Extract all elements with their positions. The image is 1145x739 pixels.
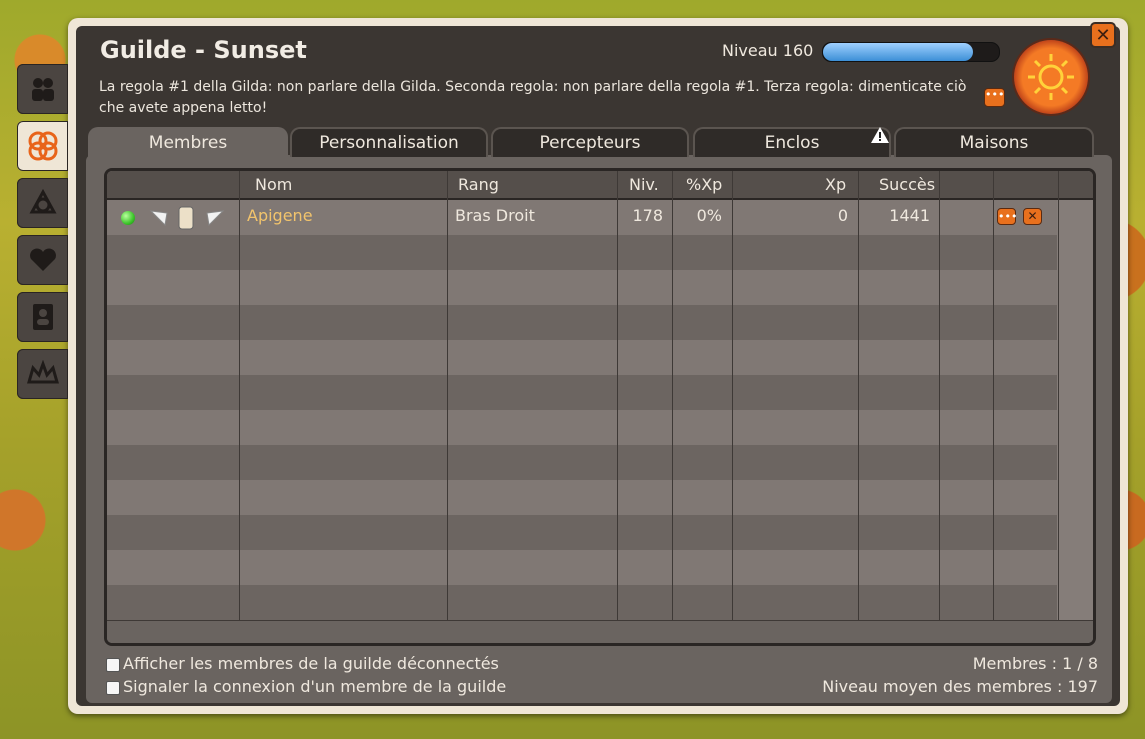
guild-message: La regola #1 della Gilda: non parlare de… [99, 79, 967, 116]
kick-member-button[interactable]: ✕ [1023, 208, 1042, 225]
table-row[interactable]: Apigene Bras Droit 178 0% 0 1441 ••• ✕ [107, 200, 1057, 235]
average-level: Niveau moyen des membres : 197 [822, 677, 1098, 696]
table-footer [107, 620, 1093, 643]
warning-icon [871, 127, 889, 143]
guild-xp-bar [822, 42, 1000, 62]
sidebar-item-guild[interactable] [17, 121, 68, 171]
close-button[interactable]: ✕ [1090, 22, 1116, 48]
page-title: Guilde - Sunset [100, 36, 307, 64]
member-xp-percent: 0% [696, 206, 722, 225]
tab-enclos[interactable]: Enclos [693, 127, 891, 157]
close-icon: ✕ [1027, 209, 1038, 223]
member-achievements: 1441 [889, 206, 930, 225]
guild-level-label: Niveau 160 [722, 41, 814, 60]
heart-icon [29, 248, 56, 271]
col-header-rang[interactable]: Rang [458, 171, 499, 198]
member-options-button[interactable]: ••• [997, 208, 1018, 225]
col-header-nom[interactable]: Nom [255, 171, 292, 198]
guild-emblem-icon [28, 131, 57, 161]
member-xp: 0 [837, 206, 848, 225]
crown-icon [26, 360, 59, 384]
notify-login-label[interactable]: Signaler la connexion d'un membre de la … [123, 677, 506, 696]
close-icon: ✕ [1095, 25, 1111, 46]
sidebar-item-members[interactable] [17, 64, 68, 114]
sidebar-item-crown[interactable] [17, 349, 68, 399]
show-offline-label[interactable]: Afficher les membres de la guilde déconn… [123, 654, 499, 673]
guild-emblem [1014, 40, 1088, 114]
col-header-xp[interactable]: Xp [825, 171, 846, 198]
sidebar-item-alliance[interactable] [17, 178, 68, 228]
directory-icon [32, 304, 53, 330]
alliance-icon [28, 188, 57, 214]
alignment-wings-icon [149, 206, 225, 230]
tab-percepteurs[interactable]: Percepteurs [491, 127, 689, 157]
online-status-icon [121, 211, 135, 225]
members-table: Nom Rang Niv. %Xp Xp Succès Apigene Bras… [104, 168, 1096, 646]
guild-xp-fill [823, 43, 973, 61]
member-name[interactable]: Apigene [247, 206, 313, 225]
sidebar-item-directory[interactable] [17, 292, 68, 342]
more-icon: ••• [985, 88, 1005, 101]
tab-personnalisation[interactable]: Personnalisation [290, 127, 488, 157]
members-count: Membres : 1 / 8 [972, 654, 1098, 673]
member-rank: Bras Droit [455, 206, 535, 225]
notify-login-checkbox[interactable] [106, 681, 120, 695]
member-level: 178 [632, 206, 663, 225]
sun-icon [1028, 54, 1074, 100]
members-icon [31, 78, 54, 101]
sidebar-item-heart[interactable] [17, 235, 68, 285]
tab-maisons[interactable]: Maisons [894, 127, 1094, 157]
show-offline-checkbox[interactable] [106, 658, 120, 672]
tab-membres[interactable]: Membres [88, 127, 288, 157]
col-header-succes[interactable]: Succès [879, 171, 935, 198]
col-header-niv[interactable]: Niv. [629, 171, 659, 198]
col-header-xp-pct[interactable]: %Xp [686, 171, 722, 198]
edit-message-button[interactable]: ••• [984, 88, 1005, 107]
more-icon: ••• [998, 210, 1018, 223]
